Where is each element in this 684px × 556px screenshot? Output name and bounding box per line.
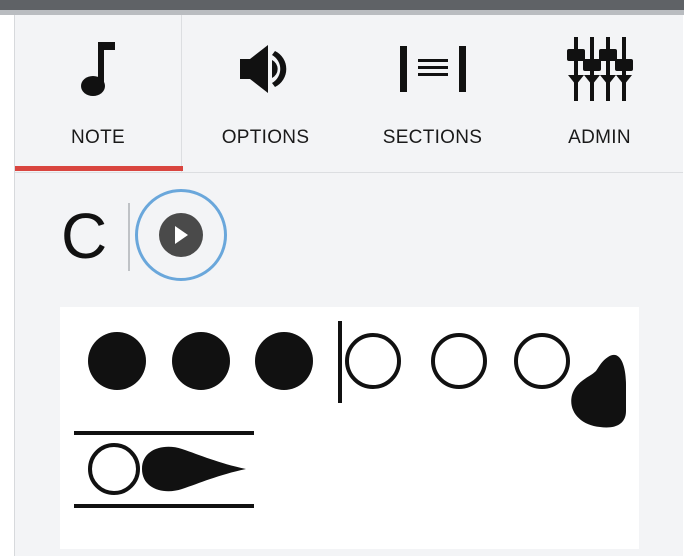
thumb-hole xyxy=(88,443,140,495)
play-button[interactable] xyxy=(135,189,227,281)
tab-sections[interactable]: SECTIONS xyxy=(349,15,516,172)
tab-options[interactable]: OPTIONS xyxy=(182,15,349,172)
speaker-icon xyxy=(182,37,349,101)
tab-options-label: OPTIONS xyxy=(221,127,310,148)
tab-sections-label: SECTIONS xyxy=(382,127,483,148)
sliders-icon xyxy=(516,37,683,101)
note-name: C xyxy=(61,200,108,272)
note-content: C xyxy=(15,173,683,556)
staff-line-top xyxy=(74,431,254,435)
tab-note[interactable]: NOTE xyxy=(15,15,182,172)
tab-admin-label: ADMIN xyxy=(568,127,631,148)
octave-key xyxy=(142,446,246,492)
note-divider xyxy=(128,203,130,271)
app-window: NOTE OPTIONS SECTIONS ADMIN C xyxy=(0,0,684,556)
fingering-diagram xyxy=(74,321,626,508)
play-icon xyxy=(175,226,188,244)
sections-icon xyxy=(349,37,516,101)
hole-left-1 xyxy=(88,332,146,390)
tab-admin[interactable]: ADMIN xyxy=(516,15,683,172)
staff-line-bottom xyxy=(74,504,254,508)
hole-right-1 xyxy=(345,333,401,389)
hole-right-2 xyxy=(431,333,487,389)
play-button-circle xyxy=(159,213,203,257)
hand-divider xyxy=(338,321,342,403)
hole-left-3 xyxy=(255,332,313,390)
main-panel: NOTE OPTIONS SECTIONS ADMIN C xyxy=(14,15,683,556)
tab-note-label: NOTE xyxy=(71,127,125,148)
music-note-icon xyxy=(15,37,181,101)
hole-left-2 xyxy=(172,332,230,390)
right-key xyxy=(571,354,626,428)
active-tab-indicator xyxy=(15,166,183,171)
tab-bar: NOTE OPTIONS SECTIONS ADMIN xyxy=(15,15,683,173)
hole-right-3 xyxy=(514,333,570,389)
fingering-chart xyxy=(60,307,639,549)
